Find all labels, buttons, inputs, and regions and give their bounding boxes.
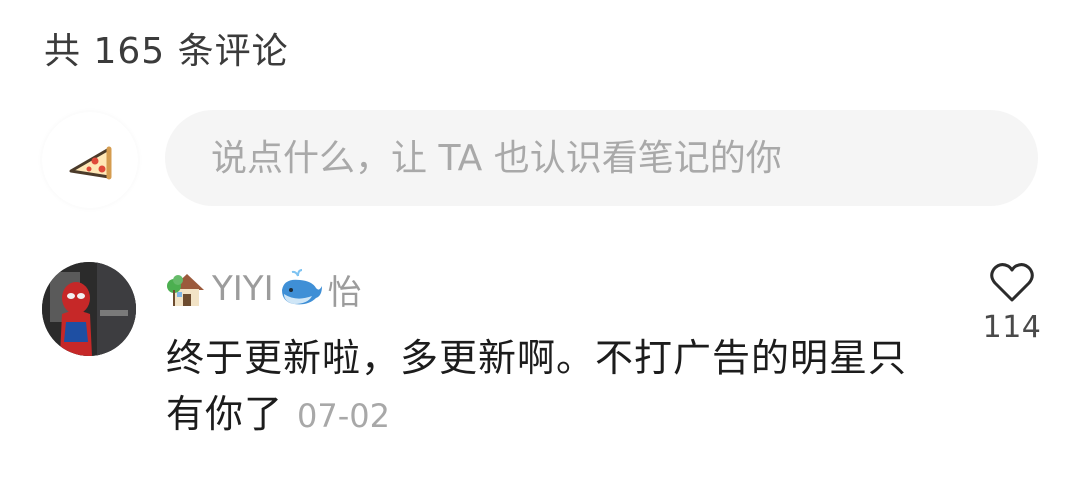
- spiderman-avatar: [42, 262, 136, 356]
- comment-body: 终于更新啦，多更新啊。不打广告的明星只有你了 07-02: [166, 330, 926, 444]
- current-user-avatar[interactable]: [42, 112, 138, 208]
- like-button[interactable]: 114: [980, 262, 1044, 345]
- pizza-icon: [69, 146, 112, 180]
- commenter-username: YIYI: [212, 269, 274, 309]
- comment-count-label: 共 165 条评论: [44, 31, 289, 72]
- comment-date: 07-02: [297, 397, 390, 435]
- comment-text: 终于更新啦，多更新啊。不打广告的明星只有你了: [166, 336, 908, 436]
- commenter-avatar[interactable]: [42, 262, 136, 356]
- commenter-name-row[interactable]: YIYI 怡: [166, 265, 362, 313]
- comment-input[interactable]: [211, 137, 992, 179]
- heart-outline-icon: [990, 263, 1034, 302]
- house-emoji-icon: [167, 274, 204, 306]
- like-count: 114: [982, 310, 1042, 345]
- comment-input-box[interactable]: [165, 110, 1038, 206]
- whale-emoji-icon: [281, 269, 322, 305]
- commenter-username-suffix: 怡: [327, 272, 362, 313]
